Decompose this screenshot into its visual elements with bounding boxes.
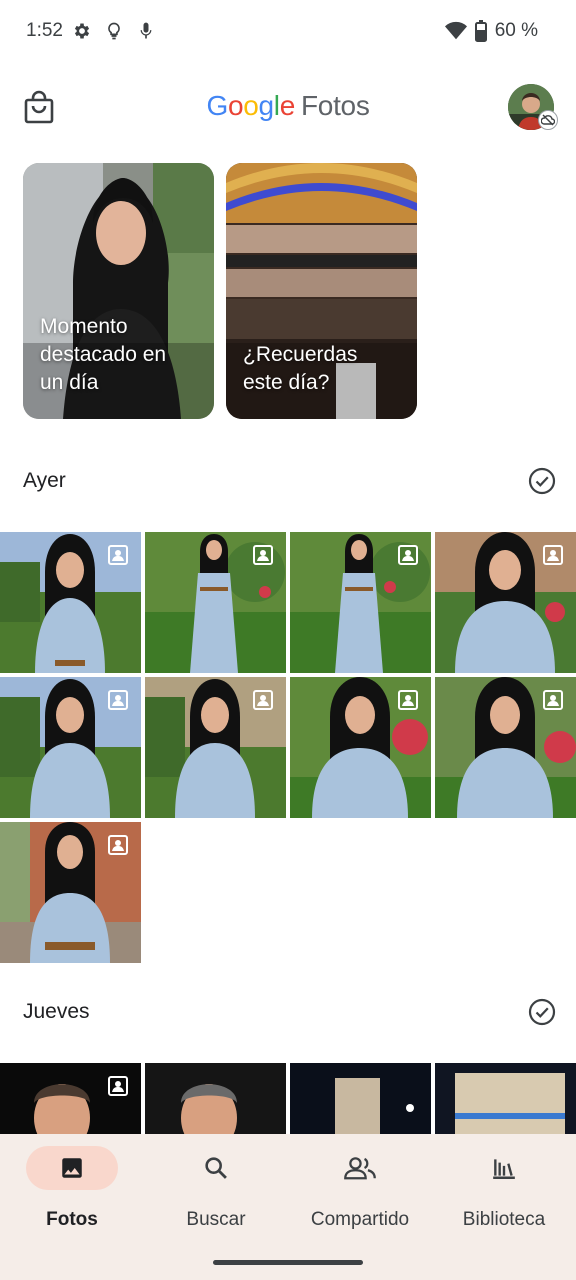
photo-thumbnail[interactable] <box>145 532 286 673</box>
bottom-navigation: Fotos Buscar Compartido Biblioteca <box>0 1134 576 1280</box>
nav-label: Compartido <box>310 1209 410 1230</box>
memory-card[interactable]: Momento destacado en un día <box>23 163 214 419</box>
photo-grid <box>0 532 576 963</box>
portrait-mode-icon <box>543 690 563 710</box>
search-icon <box>205 1157 227 1179</box>
settings-icon <box>74 23 90 39</box>
nav-label: Fotos <box>46 1209 98 1230</box>
select-all-check-icon[interactable] <box>528 467 556 495</box>
logo-letter: e <box>279 90 296 121</box>
portrait-mode-icon <box>398 545 418 565</box>
nav-label: Biblioteca <box>462 1209 546 1230</box>
date-section-header: Jueves <box>0 992 576 1032</box>
battery-percent: 60 % <box>494 20 538 41</box>
logo-letter: o <box>243 90 259 121</box>
mic-icon <box>140 22 152 39</box>
cloud-off-icon <box>541 114 555 126</box>
nav-active-pill <box>26 1146 118 1190</box>
memory-title: ¿Recuerdas este día? <box>243 343 358 394</box>
memories-carousel: Momento destacado en un día ¿Recuerdas e… <box>23 163 417 419</box>
home-indicator <box>213 1260 363 1265</box>
portrait-mode-icon <box>543 545 563 565</box>
battery-icon <box>474 20 487 42</box>
nav-item-fotos[interactable]: Fotos <box>0 1146 144 1246</box>
portrait-mode-icon <box>108 1076 128 1096</box>
photo-thumbnail[interactable] <box>435 677 576 818</box>
status-bar: 1:52 60 % <box>0 0 576 64</box>
nav-item-compartido[interactable]: Compartido <box>288 1146 432 1246</box>
select-all-check-icon[interactable] <box>528 998 556 1026</box>
photo-icon <box>62 1158 82 1178</box>
photo-thumbnail[interactable] <box>0 677 141 818</box>
portrait-mode-icon <box>108 690 128 710</box>
photo-thumbnail[interactable] <box>0 822 141 963</box>
nav-label: Buscar <box>186 1209 246 1230</box>
logo-product-name: Fotos <box>301 90 370 121</box>
library-icon <box>493 1159 515 1179</box>
logo-letter: o <box>227 90 244 121</box>
date-section-header: Ayer <box>0 461 576 501</box>
status-time: 1:52 <box>26 20 63 41</box>
portrait-mode-icon <box>253 545 273 565</box>
backup-off-badge <box>538 110 558 130</box>
logo-letter: G <box>206 90 228 121</box>
wifi-icon <box>444 21 467 40</box>
memory-title: Momento destacado en un día <box>40 315 167 394</box>
app-bar: Google Fotos <box>0 74 576 140</box>
photo-thumbnail[interactable] <box>0 532 141 673</box>
app-logo: Google Fotos <box>0 90 576 122</box>
portrait-mode-icon <box>108 835 128 855</box>
people-icon <box>344 1157 376 1180</box>
nav-item-biblioteca[interactable]: Biblioteca <box>432 1146 576 1246</box>
nav-item-buscar[interactable]: Buscar <box>144 1146 288 1246</box>
photo-thumbnail[interactable] <box>290 532 431 673</box>
portrait-mode-icon <box>108 545 128 565</box>
memory-card[interactable]: ¿Recuerdas este día? <box>226 163 417 419</box>
section-title: Ayer <box>23 469 66 492</box>
logo-letter: g <box>258 90 275 121</box>
photo-thumbnail[interactable] <box>435 532 576 673</box>
photo-thumbnail[interactable] <box>145 677 286 818</box>
portrait-mode-icon <box>398 690 418 710</box>
portrait-mode-icon <box>253 690 273 710</box>
section-title: Jueves <box>23 1000 90 1023</box>
photo-thumbnail[interactable] <box>290 677 431 818</box>
lightbulb-icon <box>108 22 120 40</box>
